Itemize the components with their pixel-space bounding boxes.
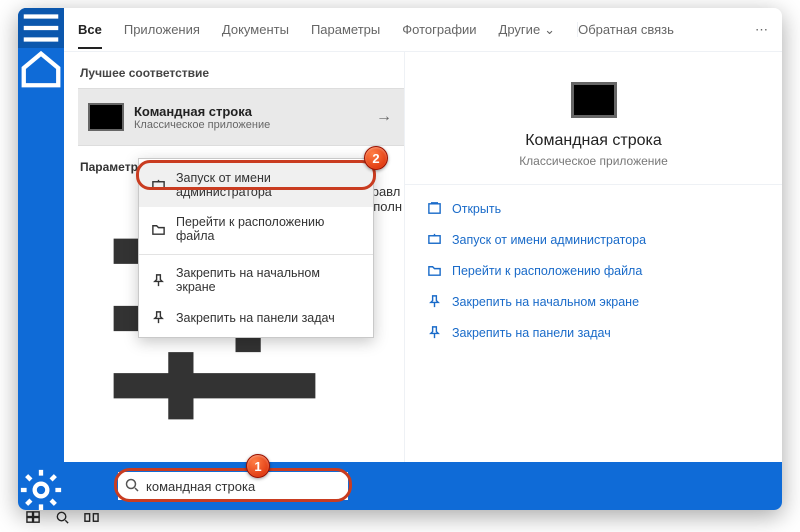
tab-apps[interactable]: Приложения	[124, 22, 200, 37]
start-button[interactable]	[26, 510, 41, 530]
tab-settings[interactable]: Параметры	[311, 22, 380, 37]
task-view-button[interactable]	[84, 510, 99, 530]
pin-start-icon	[427, 294, 442, 309]
home-button[interactable]	[18, 48, 64, 88]
search-input[interactable]	[118, 472, 348, 500]
action-open-location-label: Перейти к расположению файла	[452, 264, 642, 278]
annotation-marker-1: 1	[246, 454, 270, 478]
options-button[interactable]: ⋯	[755, 22, 768, 38]
best-match-item[interactable]: Командная строка Классическое приложение…	[78, 88, 404, 146]
action-pin-taskbar-label: Закрепить на панели задач	[452, 326, 611, 340]
settings-button[interactable]	[18, 470, 64, 510]
ctx-open-location[interactable]: Перейти к расположению файла	[139, 207, 373, 251]
expand-arrow-icon[interactable]: →	[364, 108, 404, 126]
feedback-link[interactable]: Обратная связь	[577, 22, 733, 37]
ctx-pin-start[interactable]: Закрепить на начальном экране	[139, 258, 373, 302]
ctx-pin-start-label: Закрепить на начальном экране	[176, 266, 361, 294]
action-pin-start[interactable]: Закрепить на начальном экране	[425, 286, 762, 317]
tab-all[interactable]: Все	[78, 22, 102, 49]
ctx-run-admin[interactable]: Запуск от имени администратора	[139, 163, 373, 207]
best-match-header: Лучшее соответствие	[80, 66, 404, 80]
ctx-pin-taskbar-label: Закрепить на панели задач	[176, 311, 335, 325]
search-bar	[64, 462, 782, 510]
action-open-location[interactable]: Перейти к расположению файла	[425, 255, 762, 286]
search-icon	[124, 477, 140, 498]
annotation-marker-2: 2	[364, 146, 388, 170]
pin-taskbar-icon	[151, 310, 166, 325]
tab-docs[interactable]: Документы	[222, 22, 289, 37]
action-pin-start-label: Закрепить на начальном экране	[452, 295, 639, 309]
task-view-icon	[84, 510, 99, 525]
action-open-label: Открыть	[452, 202, 501, 216]
folder-icon	[427, 263, 442, 278]
preview-subtitle: Классическое приложение	[519, 154, 668, 168]
preview-thumb-icon	[571, 82, 617, 118]
pin-start-icon	[151, 273, 166, 288]
ctx-run-admin-label: Запуск от имени администратора	[176, 171, 361, 199]
open-icon	[427, 201, 442, 216]
ctx-divider	[139, 254, 373, 255]
context-menu: Запуск от имени администратора Перейти к…	[138, 158, 374, 338]
taskbar	[18, 508, 782, 532]
best-match-title: Командная строка	[134, 104, 364, 119]
windows-icon	[26, 510, 41, 525]
hamburger-button[interactable]	[18, 8, 64, 48]
tab-more[interactable]: Другие⌄	[499, 22, 556, 38]
action-pin-taskbar[interactable]: Закрепить на панели задач	[425, 317, 762, 348]
tab-photos[interactable]: Фотографии	[402, 22, 476, 37]
home-icon	[18, 45, 64, 91]
pin-taskbar-icon	[427, 325, 442, 340]
preview-title: Командная строка	[525, 132, 662, 150]
action-run-admin-label: Запуск от имени администратора	[452, 233, 646, 247]
shield-icon	[151, 178, 166, 193]
action-run-admin[interactable]: Запуск от имени администратора	[425, 224, 762, 255]
best-match-subtitle: Классическое приложение	[134, 119, 364, 131]
ctx-open-location-label: Перейти к расположению файла	[176, 215, 361, 243]
shield-icon	[427, 232, 442, 247]
ctx-pin-taskbar[interactable]: Закрепить на панели задач	[139, 302, 373, 333]
search-window: Все Приложения Документы Параметры Фотог…	[18, 8, 782, 510]
search-icon	[55, 510, 70, 525]
action-open[interactable]: Открыть	[425, 193, 762, 224]
taskbar-search-button[interactable]	[55, 510, 70, 530]
preview-pane: Командная строка Классическое приложение…	[404, 52, 782, 462]
cmd-thumb-icon	[88, 103, 124, 131]
chevron-down-icon: ⌄	[544, 22, 555, 38]
filter-tabs: Все Приложения Документы Параметры Фотог…	[64, 8, 782, 52]
folder-icon	[151, 222, 166, 237]
gear-icon	[18, 467, 64, 510]
left-rail	[18, 8, 64, 510]
